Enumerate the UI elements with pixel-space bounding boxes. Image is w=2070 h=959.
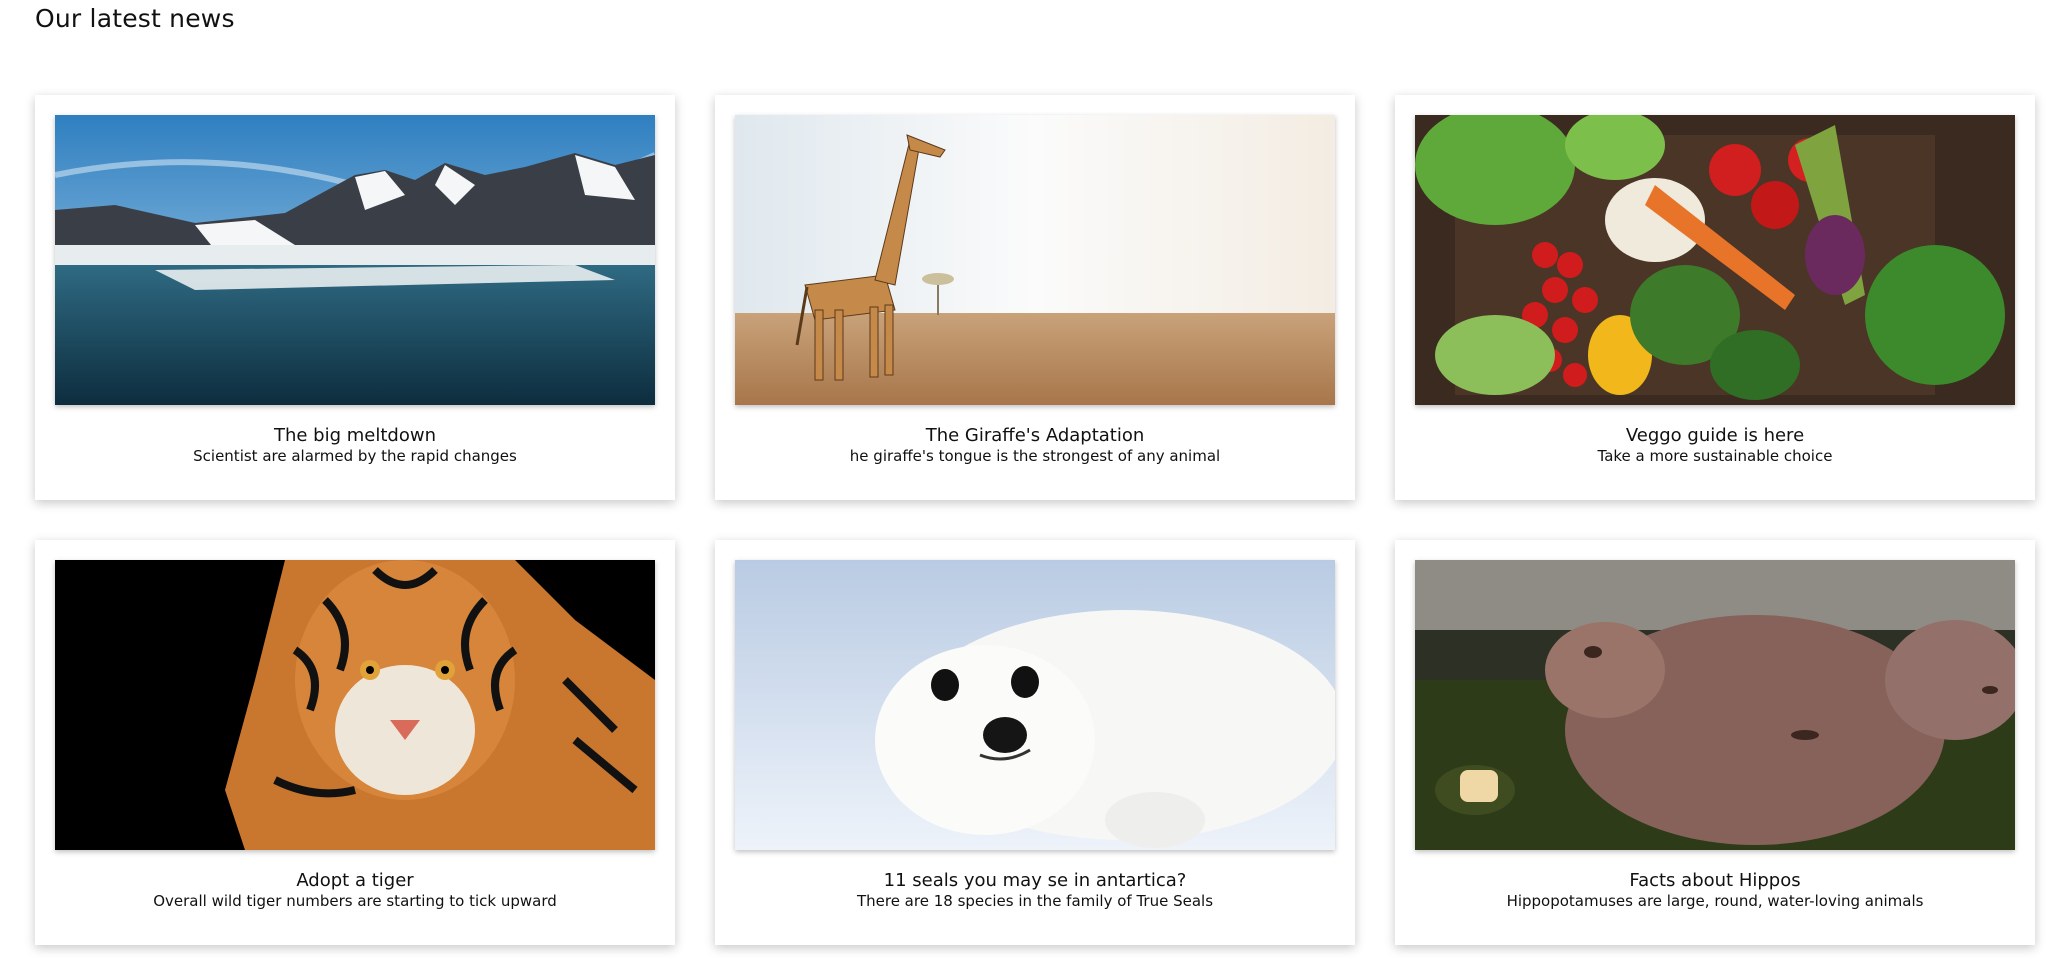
tiger-portrait-image[interactable] [55,560,655,850]
card-subtitle: Take a more sustainable choice [1597,447,1833,465]
card-title[interactable]: 11 seals you may se in antartica? [715,870,1355,892]
news-card[interactable]: Facts about Hippos Hippopotamuses are la… [1395,540,2035,945]
card-text: The Giraffe's Adaptation he giraffe's to… [715,425,1355,465]
card-subtitle: Scientist are alarmed by the rapid chang… [193,447,517,465]
card-text: Facts about Hippos Hippopotamuses are la… [1395,870,2035,910]
card-title[interactable]: Facts about Hippos [1395,870,2035,892]
card-subtitle: he giraffe's tongue is the strongest of … [849,447,1221,465]
news-card[interactable]: The Giraffe's Adaptation he giraffe's to… [715,95,1355,500]
card-subtitle: Overall wild tiger numbers are starting … [153,892,557,910]
news-grid: The big meltdown Scientist are alarmed b… [35,95,2035,945]
section-title: Our latest news [35,4,235,33]
card-text: 11 seals you may se in antartica? There … [715,870,1355,910]
news-card[interactable]: The big meltdown Scientist are alarmed b… [35,95,675,500]
card-subtitle: Hippopotamuses are large, round, water-l… [1506,892,1924,910]
card-subtitle: There are 18 species in the family of Tr… [856,892,1214,910]
card-title[interactable]: Veggo guide is here [1395,425,2035,447]
news-card[interactable]: 11 seals you may se in antartica? There … [715,540,1355,945]
hippo-water-image[interactable] [1415,560,2015,850]
seal-pup-image[interactable] [735,560,1335,850]
card-title[interactable]: The big meltdown [35,425,675,447]
news-card[interactable]: Adopt a tiger Overall wild tiger numbers… [35,540,675,945]
card-title[interactable]: The Giraffe's Adaptation [715,425,1355,447]
card-title[interactable]: Adopt a tiger [35,870,675,892]
news-card[interactable]: Veggo guide is here Take a more sustaina… [1395,95,2035,500]
card-text: The big meltdown Scientist are alarmed b… [35,425,675,465]
card-text: Adopt a tiger Overall wild tiger numbers… [35,870,675,910]
card-text: Veggo guide is here Take a more sustaina… [1395,425,2035,465]
giraffe-savanna-image[interactable] [735,115,1335,405]
glacier-lake-image[interactable] [55,115,655,405]
vegetable-basket-image[interactable] [1415,115,2015,405]
